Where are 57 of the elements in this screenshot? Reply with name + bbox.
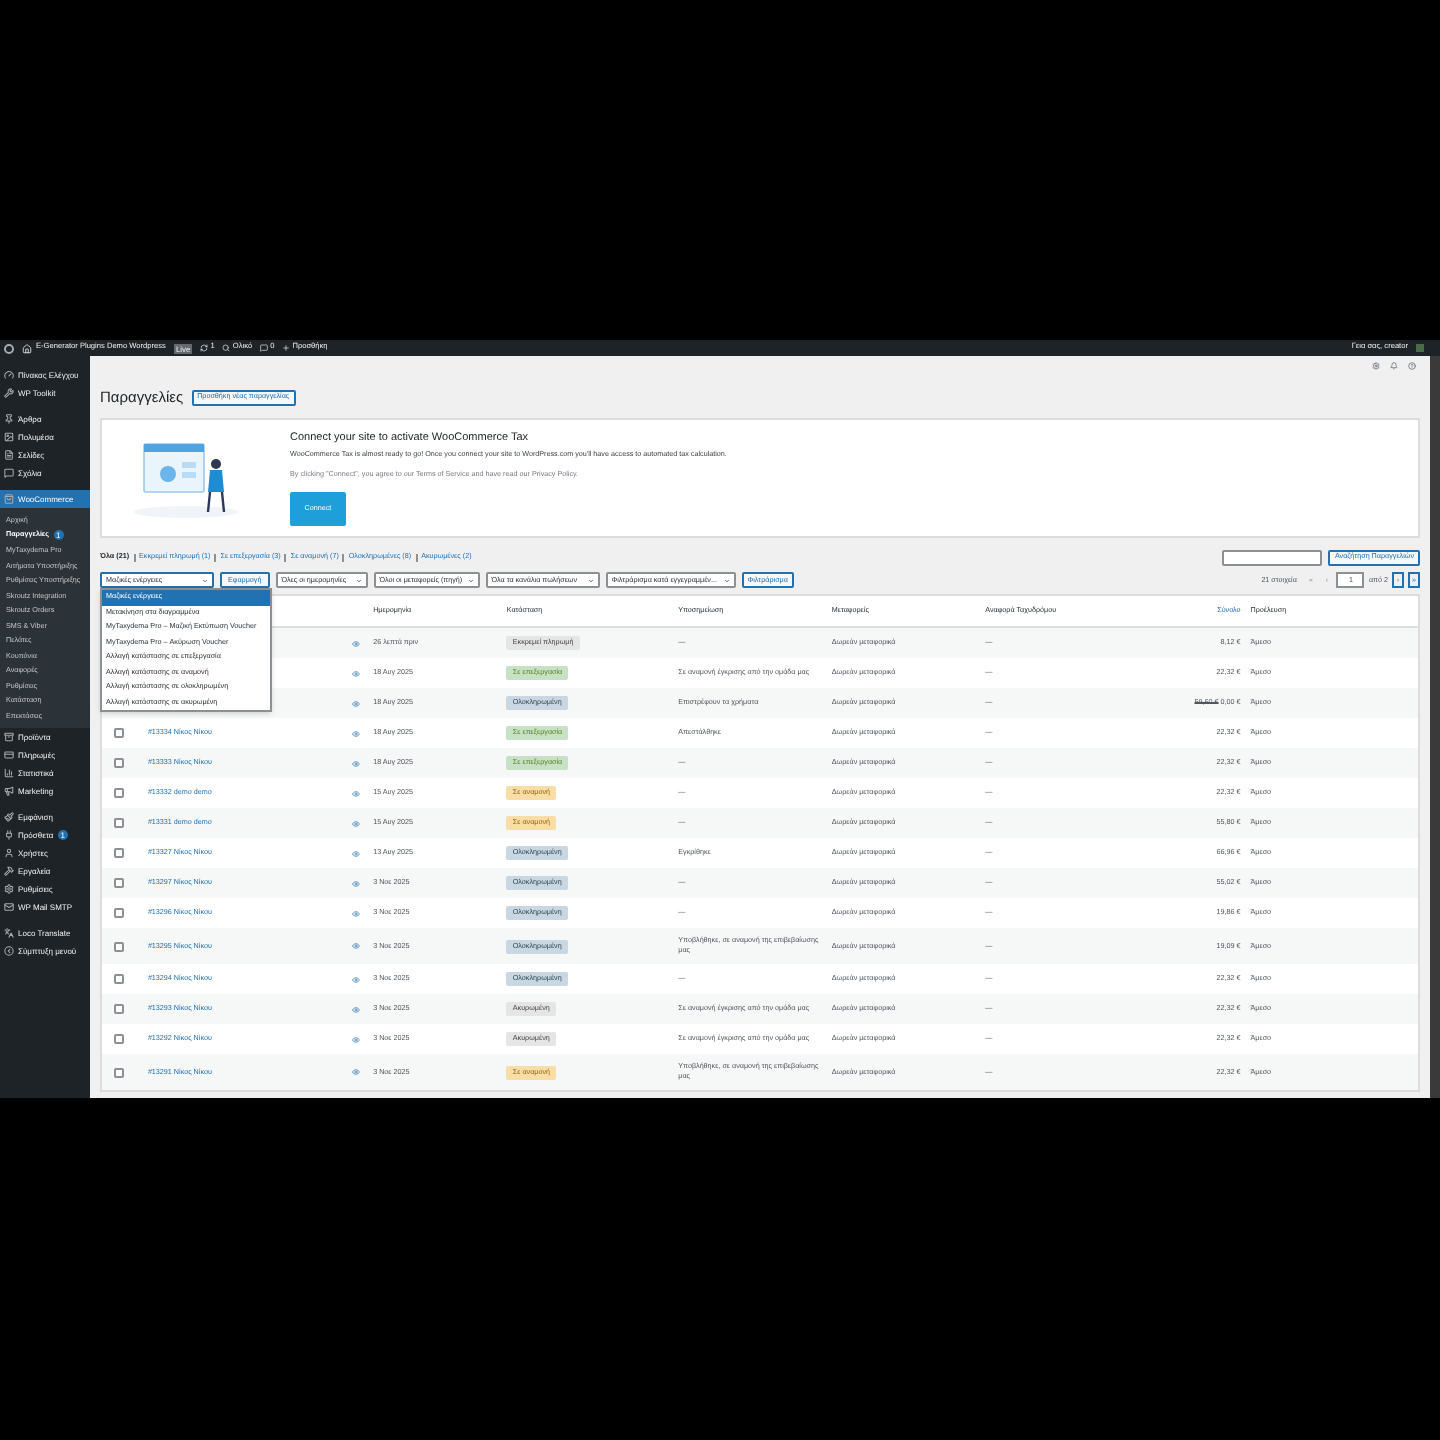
row-checkbox[interactable] [114, 788, 125, 799]
hammer-icon [4, 865, 14, 875]
plug-icon [4, 829, 14, 839]
eye-icon[interactable] [352, 819, 361, 828]
comment-icon [4, 468, 14, 478]
plus-icon [282, 344, 291, 352]
home-icon [22, 343, 32, 353]
avatar-icon [1416, 344, 1424, 352]
eye-icon[interactable] [352, 699, 361, 708]
eye-icon[interactable] [352, 1005, 361, 1014]
settings-icon[interactable] [1372, 362, 1380, 370]
row-checkbox[interactable] [114, 1004, 125, 1015]
row-checkbox[interactable] [114, 878, 125, 889]
settings-icon [4, 883, 14, 893]
row-checkbox[interactable] [114, 1034, 125, 1045]
user-icon [4, 847, 14, 857]
search-field[interactable] [1222, 549, 1323, 566]
brush-icon [4, 811, 14, 821]
chart-icon [4, 767, 14, 777]
eye-icon[interactable] [352, 849, 361, 858]
row-checkbox[interactable] [114, 758, 125, 769]
eye-icon[interactable] [352, 759, 361, 768]
mail-icon [4, 901, 14, 911]
row-checkbox[interactable] [114, 974, 125, 985]
refresh-icon [200, 344, 209, 352]
eye-icon[interactable] [352, 879, 361, 888]
row-checkbox[interactable] [114, 728, 125, 739]
eye-icon[interactable] [352, 729, 361, 738]
row-checkbox[interactable] [114, 818, 125, 829]
bell-icon[interactable] [1390, 362, 1398, 370]
eye-icon[interactable] [352, 639, 361, 648]
eye-icon[interactable] [352, 1068, 361, 1077]
wordpress-logo-icon[interactable] [4, 343, 14, 353]
eye-icon[interactable] [352, 669, 361, 678]
archive-icon [4, 731, 14, 741]
eye-icon[interactable] [352, 975, 361, 984]
image-icon [4, 432, 14, 442]
wrench-icon [4, 388, 14, 398]
megaphone-icon [4, 785, 14, 795]
page-icon [4, 450, 14, 460]
eye-icon[interactable] [352, 909, 361, 918]
languages-icon [4, 927, 14, 937]
gauge-icon [4, 370, 14, 380]
collapse-icon [4, 945, 14, 955]
row-checkbox[interactable] [114, 848, 125, 859]
card-icon [4, 749, 14, 759]
pin-icon [4, 414, 14, 424]
eye-icon[interactable] [352, 1035, 361, 1044]
search-icon [222, 344, 231, 352]
row-checkbox[interactable] [114, 941, 125, 952]
eye-icon[interactable] [352, 789, 361, 798]
bag-icon [4, 494, 14, 504]
row-checkbox[interactable] [114, 1067, 125, 1078]
comment-icon [260, 344, 269, 352]
help-icon[interactable] [1408, 362, 1416, 370]
row-checkbox[interactable] [114, 908, 125, 919]
eye-icon[interactable] [352, 942, 361, 951]
